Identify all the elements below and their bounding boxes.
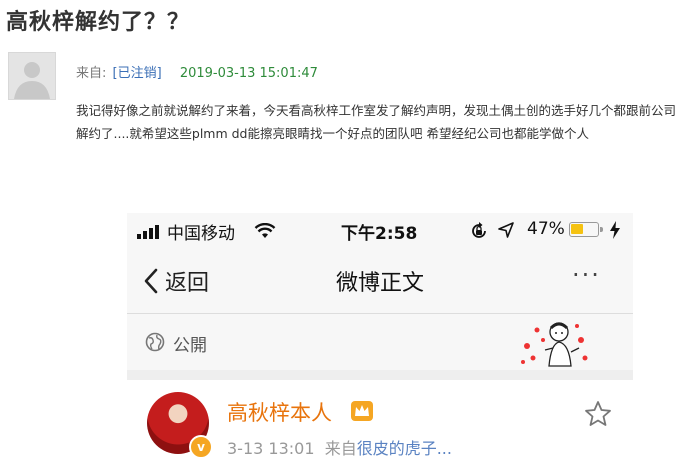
battery-fill bbox=[571, 224, 583, 234]
battery-percent: 47% bbox=[527, 219, 565, 239]
privacy-row: 公開 bbox=[127, 314, 633, 370]
wifi-icon bbox=[254, 223, 276, 238]
nav-title: 微博正文 bbox=[335, 271, 424, 296]
signal-icon bbox=[137, 225, 159, 239]
more-button[interactable]: ··· bbox=[572, 261, 601, 289]
nav-bar: 返回 微博正文 ··· bbox=[127, 249, 633, 314]
avatar-placeholder-icon bbox=[14, 62, 50, 99]
post-meta: 来自: [已注销] 2019-03-13 15:01:47 bbox=[76, 62, 318, 81]
status-bar: 中国移动 下午2:58 47% bbox=[127, 213, 633, 249]
battery-icon bbox=[569, 222, 603, 237]
author-link[interactable]: [已注销] bbox=[113, 66, 162, 81]
rotation-lock-icon bbox=[472, 222, 486, 238]
verified-badge-icon: v bbox=[189, 435, 213, 459]
section-separator bbox=[127, 370, 633, 380]
charging-bolt-icon bbox=[610, 221, 620, 239]
post-date: 2019-03-13 15:01:47 bbox=[179, 66, 318, 81]
page-title: 高秋梓解约了？？ bbox=[6, 10, 191, 35]
status-time: 下午2:58 bbox=[341, 224, 418, 244]
source-link[interactable]: 很皮的虎子... bbox=[357, 439, 452, 458]
privacy-label: 公開 bbox=[173, 336, 207, 356]
sticker-image bbox=[521, 322, 588, 367]
carrier-name: 中国移动 bbox=[167, 224, 235, 244]
location-icon bbox=[498, 222, 514, 238]
weibo-time: 3-13 13:01 bbox=[227, 439, 315, 458]
post-avatar[interactable] bbox=[8, 52, 56, 100]
from-label: 来自: bbox=[76, 66, 107, 81]
post-time: 3-13 13:01 来自很皮的虎子... bbox=[227, 435, 452, 459]
embedded-screenshot: 中国移动 下午2:58 47% 返回 微博正文 ··· 公開 v 高秋梓本人 3… bbox=[127, 213, 633, 462]
weibo-card: v 高秋梓本人 3-13 13:01 来自很皮的虎子... bbox=[127, 380, 633, 462]
post-body: 我记得好像之前就说解约了来着，今天看高秋梓工作室发了解约声明，发现土偶土创的选手… bbox=[76, 103, 677, 141]
globe-icon bbox=[145, 332, 165, 352]
source-prefix: 来自 bbox=[324, 439, 357, 458]
star-icon[interactable] bbox=[584, 400, 612, 428]
crown-icon bbox=[351, 401, 373, 421]
user-name[interactable]: 高秋梓本人 bbox=[227, 397, 332, 427]
